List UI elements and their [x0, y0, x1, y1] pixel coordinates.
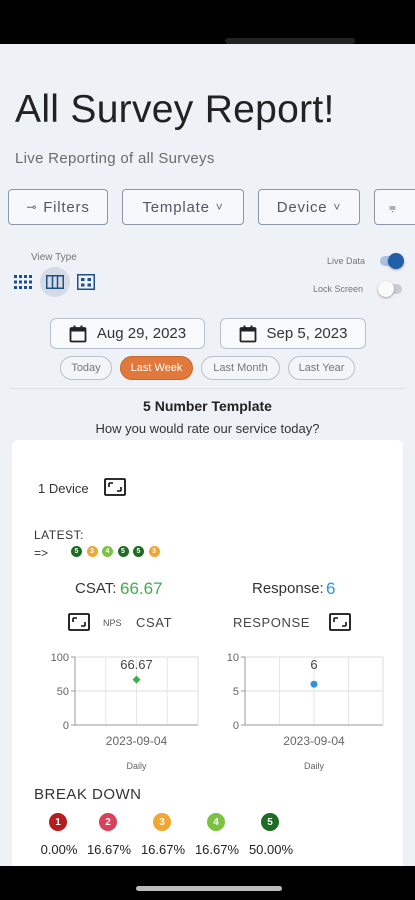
y-tick-label: 10	[227, 652, 239, 664]
range-last-year[interactable]: Last Year	[288, 356, 355, 380]
page-title: All Survey Report!	[15, 88, 335, 131]
breakdown-label: BREAK DOWN	[34, 786, 142, 803]
latest-arrow: =>	[34, 546, 49, 560]
column-view-icon[interactable]	[40, 267, 70, 297]
latest-score-dot: 3	[86, 546, 98, 557]
template-label: Template	[142, 198, 210, 216]
x-tick-label: 2023-09-04	[106, 734, 168, 748]
expand-icon[interactable]	[104, 478, 126, 496]
sort-dropdown[interactable]: ⩦	[374, 189, 415, 225]
filter-icon: ⊸	[26, 200, 38, 214]
data-point	[132, 675, 141, 684]
y-tick-label: 100	[51, 652, 69, 664]
response-chart: 10 5 0 6 2023-09-04 Daily	[227, 652, 384, 771]
device-label: Device	[276, 198, 328, 216]
toggle-knob	[378, 281, 394, 297]
status-notch	[225, 38, 355, 44]
latest-score-dot: 5	[71, 546, 82, 557]
report-card: 1 Device LATEST: => 534553 CSAT: 66.67 R…	[12, 440, 403, 880]
template-name: 5 Number Template	[143, 398, 272, 414]
dense-grid-view-icon[interactable]	[9, 268, 37, 296]
divider	[10, 388, 405, 389]
page-subtitle: Live Reporting of all Surveys	[15, 150, 215, 167]
tab-csat[interactable]: CSAT	[136, 615, 172, 630]
device-count: 1 Device	[38, 481, 89, 496]
view-type-label: View Type	[31, 252, 77, 263]
breakdown-score-1: 1	[49, 813, 67, 831]
breakdown-pct-4: 16.67%	[194, 842, 240, 857]
range-today[interactable]: Today	[60, 356, 112, 380]
range-last-month[interactable]: Last Month	[201, 356, 280, 380]
y-tick-label: 5	[233, 686, 239, 698]
range-last-week[interactable]: Last Week	[120, 356, 193, 380]
response-label: Response:	[252, 580, 324, 597]
template-dropdown[interactable]: Template ˅	[122, 189, 244, 225]
breakdown-pct-3: 16.67%	[140, 842, 186, 857]
device-dropdown[interactable]: Device ˅	[258, 189, 360, 225]
live-data-label: Live Data	[327, 256, 366, 266]
latest-score-dot: 3	[148, 546, 160, 557]
y-tick-label: 0	[63, 720, 69, 732]
breakdown-score-4: 4	[207, 813, 225, 831]
breakdown-score-3: 3	[153, 813, 171, 831]
latest-label: LATEST:	[34, 528, 84, 542]
latest-score-dot: 5	[133, 546, 144, 557]
csat-label: CSAT:	[75, 580, 117, 597]
expand-icon[interactable]	[329, 613, 351, 631]
chevron-down-icon: ˅	[333, 200, 342, 214]
data-label: 6	[310, 657, 317, 672]
template-question: How you would rate our service today?	[95, 421, 320, 436]
response-value: 6	[326, 579, 336, 598]
end-date: Sep 5, 2023	[266, 325, 348, 342]
breakdown-pct-5: 50.00%	[248, 842, 294, 857]
tab-nps[interactable]: NPS	[103, 618, 122, 628]
breakdown-pct-2: 16.67%	[86, 842, 132, 857]
data-label: 66.67	[120, 657, 153, 672]
breakdown-score-2: 2	[99, 813, 117, 831]
y-tick-label: 50	[57, 686, 69, 698]
tab-response[interactable]: RESPONSE	[233, 615, 310, 630]
calendar-icon	[239, 325, 256, 342]
filters-button[interactable]: ⊸ Filters	[8, 189, 108, 225]
lock-screen-toggle[interactable]	[378, 281, 402, 297]
end-date-button[interactable]: Sep 5, 2023	[220, 318, 366, 349]
navigation-bar	[0, 866, 415, 900]
calendar-icon	[69, 325, 87, 342]
latest-score-dot: 4	[102, 546, 113, 557]
start-date: Aug 29, 2023	[96, 325, 187, 342]
x-tick-label: 2023-09-04	[283, 734, 345, 748]
start-date-button[interactable]: Aug 29, 2023	[50, 318, 205, 349]
breakdown-pct-1: 0.00%	[40, 842, 78, 857]
toggle-knob	[388, 253, 404, 269]
x-axis-label: Daily	[126, 761, 147, 771]
expand-icon[interactable]	[68, 613, 90, 631]
filters-label: Filters	[43, 198, 90, 216]
chevron-down-icon: ˅	[215, 200, 224, 214]
lock-screen-label: Lock Screen	[313, 284, 364, 294]
data-point	[310, 680, 318, 688]
csat-value: 66.67	[120, 579, 163, 598]
grid-view-icon[interactable]	[72, 268, 100, 296]
latest-score-dot: 5	[117, 546, 129, 557]
status-bar	[0, 0, 415, 44]
csat-chart: 100 50 0 66.67 2023-09-04 Daily	[51, 652, 199, 771]
live-data-toggle[interactable]	[380, 253, 404, 269]
home-indicator[interactable]	[136, 886, 282, 891]
x-axis-label: Daily	[304, 761, 325, 771]
y-tick-label: 0	[233, 720, 239, 732]
sort-icon: ⩦	[389, 199, 397, 214]
breakdown-score-5: 5	[261, 813, 279, 831]
